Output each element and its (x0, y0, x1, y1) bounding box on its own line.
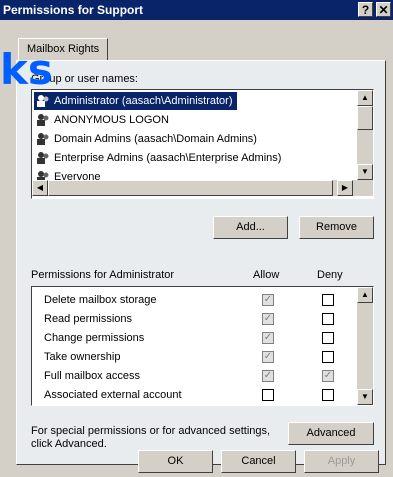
remove-button[interactable]: Remove (299, 216, 374, 239)
users-icon (36, 113, 50, 127)
title-bar: Permissions for Support ? ✕ (0, 0, 393, 20)
deny-checkbox[interactable] (322, 313, 334, 325)
permission-name: Change permissions (44, 332, 145, 344)
horizontal-scrollbar[interactable]: ◀ ▶ (32, 180, 373, 196)
scroll-thumb[interactable] (357, 106, 373, 130)
user-label: Administrator (aasach\Administrator) (54, 95, 233, 107)
permissions-list: Delete mailbox storage ✓ Read permission… (31, 286, 374, 406)
window-title: Permissions for Support (3, 3, 144, 17)
allow-checkbox[interactable]: ✓ (262, 332, 274, 344)
permission-name: Take ownership (44, 351, 121, 363)
permission-row: Take ownership ✓ (32, 348, 352, 368)
permissions-label: Permissions for Administrator (31, 269, 175, 281)
advanced-button[interactable]: Advanced (288, 422, 374, 445)
scroll-down-icon[interactable]: ▼ (357, 389, 373, 405)
allow-checkbox[interactable]: ✓ (262, 370, 274, 382)
allow-checkbox[interactable]: ✓ (262, 294, 274, 306)
permission-row: Delete mailbox storage ✓ (32, 291, 352, 311)
scroll-up-icon[interactable]: ▲ (357, 90, 373, 106)
allow-checkbox[interactable]: ✓ (262, 313, 274, 325)
scroll-left-icon[interactable]: ◀ (32, 180, 48, 196)
scroll-right-icon[interactable]: ▶ (337, 180, 353, 196)
permission-name: Associated external account (44, 389, 182, 401)
deny-checkbox[interactable] (322, 351, 334, 363)
deny-checkbox[interactable] (322, 294, 334, 306)
scroll-down-icon[interactable]: ▼ (357, 164, 373, 180)
list-item[interactable]: Enterprise Admins (aasach\Enterprise Adm… (34, 149, 281, 167)
permissions-scrollbar[interactable]: ▲ ▼ (357, 287, 373, 405)
vertical-scrollbar[interactable]: ▲ ▼ (357, 90, 373, 180)
allow-checkbox[interactable]: ✓ (262, 351, 274, 363)
permission-row: Read permissions ✓ (32, 310, 352, 330)
user-label: Domain Admins (aasach\Domain Admins) (54, 133, 257, 145)
watermark-text: ks (0, 45, 53, 94)
deny-checkbox[interactable] (322, 332, 334, 344)
permission-name: Full mailbox access (44, 370, 140, 382)
deny-checkbox[interactable]: ✓ (322, 370, 334, 382)
cancel-button[interactable]: Cancel (221, 450, 296, 473)
advanced-text-line1: For special permissions or for advanced … (31, 425, 271, 437)
user-label: ANONYMOUS LOGON (54, 114, 169, 126)
permission-row: Associated external account (32, 386, 352, 405)
advanced-text-line2: click Advanced. (31, 438, 107, 450)
close-button[interactable]: ✕ (376, 2, 391, 17)
deny-header: Deny (317, 269, 343, 281)
list-item[interactable]: Administrator (aasach\Administrator) (34, 92, 237, 110)
list-item[interactable]: ANONYMOUS LOGON (34, 111, 169, 129)
user-label: Enterprise Admins (aasach\Enterprise Adm… (54, 152, 282, 164)
apply-button[interactable]: Apply (304, 450, 379, 473)
users-icon (36, 151, 50, 165)
dialog-body: Mailbox Rights Group or user names: Admi… (0, 20, 393, 477)
add-button[interactable]: Add... (213, 216, 288, 239)
scroll-up-icon[interactable]: ▲ (357, 287, 373, 303)
users-icon (36, 94, 50, 108)
users-icon (36, 132, 50, 146)
permission-name: Read permissions (44, 313, 133, 325)
permission-row: Full mailbox access ✓ ✓ (32, 367, 352, 387)
user-list[interactable]: Administrator (aasach\Administrator) ANO… (31, 89, 374, 199)
ok-button[interactable]: OK (138, 450, 213, 473)
tab-panel: Group or user names: Administrator (aasa… (16, 60, 386, 465)
permission-row: Change permissions ✓ (32, 329, 352, 349)
permission-name: Delete mailbox storage (44, 294, 157, 306)
hscroll-thumb[interactable] (48, 180, 333, 196)
help-button[interactable]: ? (358, 2, 373, 17)
allow-header: Allow (253, 269, 280, 281)
deny-checkbox[interactable] (322, 389, 334, 401)
list-item[interactable]: Domain Admins (aasach\Domain Admins) (34, 130, 257, 148)
allow-checkbox[interactable] (262, 389, 274, 401)
